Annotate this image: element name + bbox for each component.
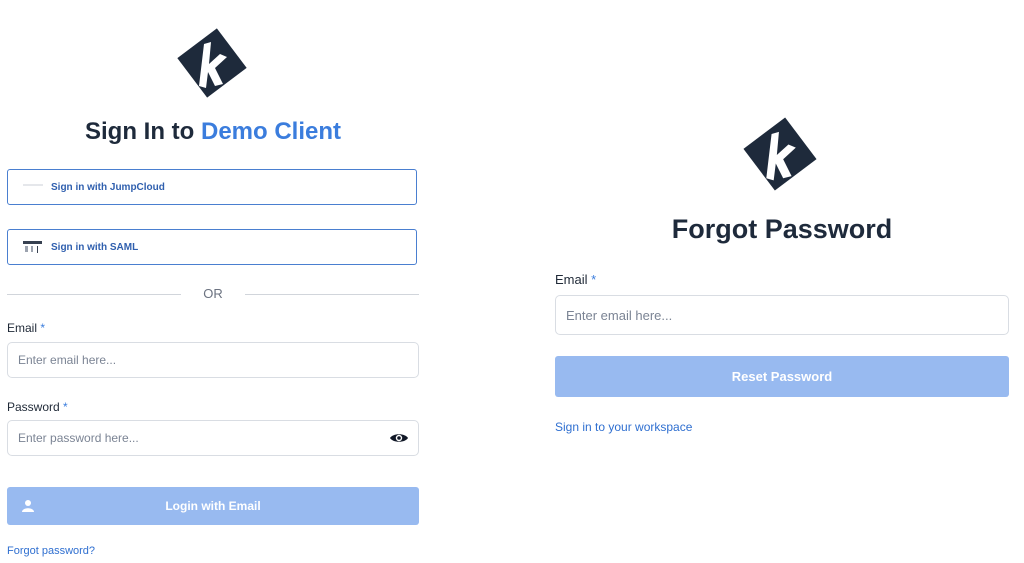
email-label-text: Email xyxy=(555,272,588,287)
required-mark: * xyxy=(63,400,68,414)
reset-button-label: Reset Password xyxy=(731,369,833,384)
required-mark: * xyxy=(591,272,597,287)
required-mark: * xyxy=(40,321,46,335)
client-name: Demo Client xyxy=(200,118,341,145)
brand-logo-icon xyxy=(741,115,819,193)
title-prefix: Sign In to xyxy=(85,118,195,145)
brand-logo-icon xyxy=(175,26,249,100)
or-divider: OR xyxy=(7,286,419,302)
divider-line-right xyxy=(245,294,419,295)
sign-in-panel: Sign In to Demo Client Sign in with Jump… xyxy=(7,0,419,563)
forgot-password-panel: Forgot Password Email * Reset Password S… xyxy=(555,0,1009,563)
saml-icon xyxy=(23,241,42,253)
eye-icon[interactable] xyxy=(389,431,409,445)
password-label-text: Password xyxy=(7,400,60,414)
sso-saml-label: Sign in with SAML xyxy=(51,241,139,253)
reset-password-button[interactable]: Reset Password xyxy=(555,356,1009,397)
email-input[interactable] xyxy=(7,342,419,378)
login-button-label: Login with Email xyxy=(165,499,261,513)
sign-in-workspace-link[interactable]: Sign in to your workspace xyxy=(555,420,692,434)
sso-saml-button[interactable]: Sign in with SAML xyxy=(7,229,417,265)
page-title: Forgot Password xyxy=(671,214,893,244)
email-label-text: Email xyxy=(7,321,38,335)
sso-jumpcloud-label: Sign in with JumpCloud xyxy=(51,181,165,193)
email-label: Email * xyxy=(555,272,596,287)
forgot-password-link[interactable]: Forgot password? xyxy=(7,545,95,557)
page-title: Sign In to Demo Client xyxy=(7,118,419,146)
email-input[interactable] xyxy=(555,295,1009,335)
user-icon xyxy=(22,500,34,512)
sso-jumpcloud-button[interactable]: Sign in with JumpCloud xyxy=(7,169,417,205)
password-label: Password * xyxy=(7,400,68,414)
jumpcloud-icon xyxy=(23,184,43,186)
password-input[interactable] xyxy=(7,420,419,456)
email-label: Email * xyxy=(7,321,45,335)
login-with-email-button[interactable]: Login with Email xyxy=(7,487,419,525)
